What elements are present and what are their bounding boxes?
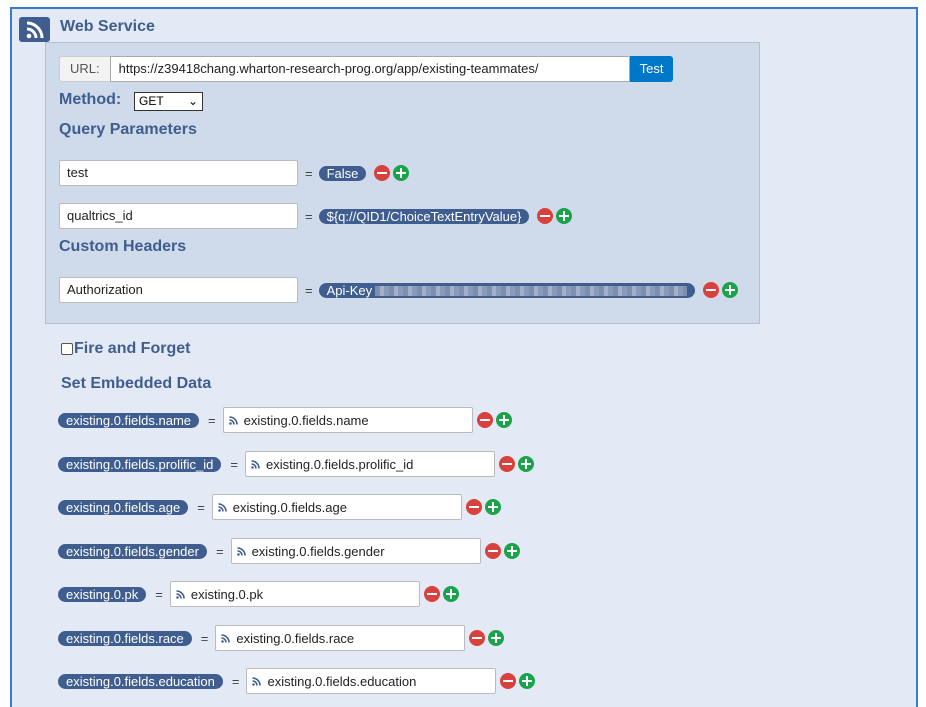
param-key-input[interactable]: test [59,160,298,186]
test-button[interactable]: Test [629,56,674,82]
custom-headers-heading: Custom Headers [59,238,187,255]
embedded-data-row: existing.0.fields.name = existing.0.fiel… [58,407,512,433]
header-row: Authorization = Api-Key [59,277,739,303]
rss-icon [252,676,262,686]
remove-icon[interactable] [374,165,391,181]
header-key-input[interactable]: Authorization [59,277,298,303]
embedded-field-pill[interactable]: existing.0.pk [58,586,147,602]
embedded-value-input[interactable]: existing.0.fields.education [246,668,497,694]
remove-icon[interactable] [465,499,482,515]
embedded-value-input[interactable]: existing.0.fields.name [222,407,473,433]
embedded-value-input[interactable]: existing.0.fields.race [215,625,466,651]
embedded-field-pill[interactable]: existing.0.fields.race [58,630,192,646]
rss-icon [176,589,185,599]
chevron-down-icon: ⌄ [187,94,198,108]
embedded-value-text: existing.0.fields.age [232,499,347,515]
embedded-value-input[interactable]: existing.0.fields.gender [230,538,481,564]
fire-and-forget-checkbox[interactable] [61,343,73,355]
equals-sign: = [208,412,216,428]
redacted-key [375,286,688,297]
add-icon[interactable] [442,586,459,602]
header-value-text: Api-Key [326,282,373,298]
rss-icon [221,633,231,643]
fire-and-forget-label: Fire and Forget [74,340,191,357]
rss-icon [251,459,260,469]
embedded-data-row: existing.0.fields.gender = existing.0.fi… [58,538,520,564]
embedded-value-text: existing.0.fields.race [236,630,355,646]
embedded-value-text: existing.0.fields.prolific_id [266,456,414,472]
remove-icon[interactable] [484,543,501,559]
rss-icon [19,17,50,42]
embedded-value-text: existing.0.fields.name [243,412,369,428]
add-icon[interactable] [722,282,739,298]
url-label: URL: [59,56,110,82]
embedded-value-input[interactable]: existing.0.pk [169,581,420,607]
embedded-value-input[interactable]: existing.0.fields.prolific_id [245,451,495,477]
url-group: URL: https://z39418chang.wharton-researc… [59,56,674,82]
remove-icon[interactable] [500,673,517,689]
add-icon[interactable] [556,208,573,224]
equals-sign: = [215,543,224,559]
header-value-pill[interactable]: Api-Key [318,282,696,298]
embedded-data-row: existing.0.fields.education = existing.0… [58,668,536,694]
embedded-data-row: existing.0.fields.age = existing.0.field… [58,494,501,520]
embedded-data-row: existing.0.fields.prolific_id = existing… [58,451,534,477]
set-embedded-data-heading: Set Embedded Data [61,375,212,392]
equals-sign: = [230,456,238,472]
add-icon[interactable] [488,630,505,646]
equals-sign: = [305,282,313,298]
add-icon[interactable] [519,673,536,689]
equals-sign: = [305,165,313,181]
equals-sign: = [155,586,163,602]
query-param-row: test = False [59,160,410,186]
method-value: GET [139,94,164,108]
query-param-row: qualtrics_id = ${q://QID1/ChoiceTextEntr… [59,203,573,229]
equals-sign: = [305,208,313,224]
remove-icon[interactable] [499,456,515,472]
param-key-input[interactable]: qualtrics_id [59,203,298,229]
param-value-pill[interactable]: ${q://QID1/ChoiceTextEntryValue} [318,208,530,224]
method-select[interactable]: GET ⌄ [134,92,203,111]
embedded-value-text: existing.0.pk [190,586,264,602]
method-label: Method: [59,91,122,108]
equals-sign: = [197,499,205,515]
remove-icon[interactable] [476,412,493,428]
embedded-field-pill[interactable]: existing.0.fields.education [58,673,223,689]
add-icon[interactable] [484,499,501,515]
url-input[interactable]: https://z39418chang.wharton-research-pro… [109,56,630,82]
remove-icon[interactable] [423,586,440,602]
add-icon[interactable] [393,165,410,181]
equals-sign: = [200,630,209,646]
rss-icon [218,502,227,512]
remove-icon[interactable] [469,630,486,646]
embedded-field-pill[interactable]: existing.0.fields.age [58,499,189,515]
embedded-value-input[interactable]: existing.0.fields.age [211,494,462,520]
query-parameters-heading: Query Parameters [59,121,197,138]
remove-icon[interactable] [537,208,554,224]
embedded-value-text: existing.0.fields.gender [251,543,385,559]
fire-and-forget-option[interactable]: Fire and Forget [61,340,190,358]
block-title: Web Service [60,18,155,35]
equals-sign: = [231,673,240,689]
remove-icon[interactable] [703,282,720,298]
embedded-data-row: existing.0.pk = existing.0.pk [58,581,459,607]
embedded-value-text: existing.0.fields.education [267,673,417,689]
embedded-data-row: existing.0.fields.race = existing.0.fiel… [58,625,505,651]
add-icon[interactable] [518,456,534,472]
param-value-pill[interactable]: False [318,165,367,181]
embedded-field-pill[interactable]: existing.0.fields.gender [58,543,207,559]
rss-icon [236,546,246,556]
embedded-field-pill[interactable]: existing.0.fields.prolific_id [58,456,222,472]
add-icon[interactable] [503,543,520,559]
rss-icon [228,415,238,425]
embedded-field-pill[interactable]: existing.0.fields.name [58,412,200,428]
add-icon[interactable] [495,412,512,428]
